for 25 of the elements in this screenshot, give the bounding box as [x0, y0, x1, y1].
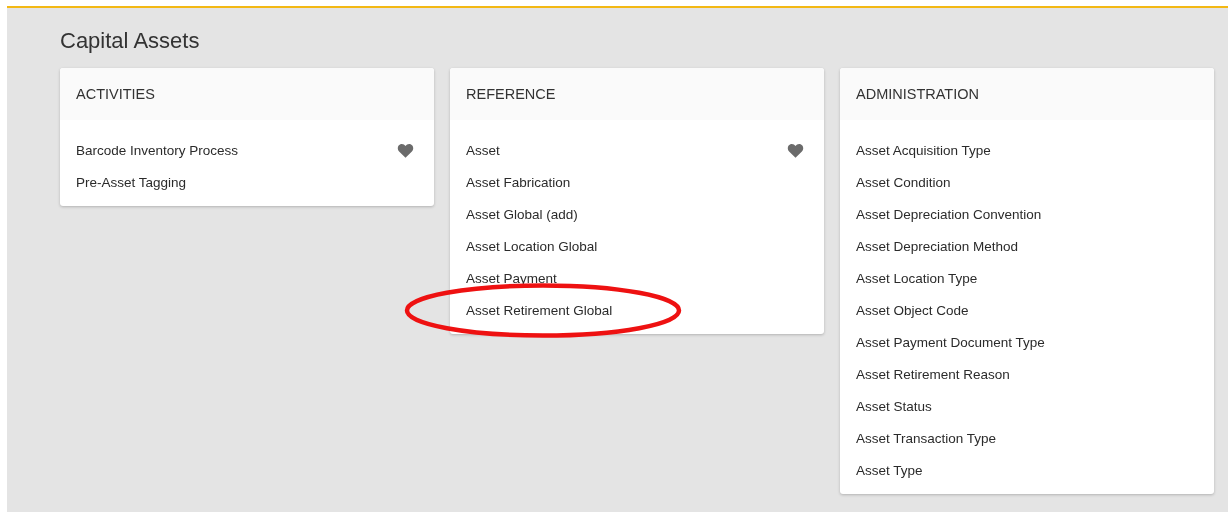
card-title: ACTIVITIES: [76, 86, 155, 102]
menu-link[interactable]: Asset Global (add): [466, 206, 578, 222]
menu-link[interactable]: Asset Location Type: [856, 270, 978, 286]
menu-link[interactable]: Asset Retirement Global: [466, 302, 613, 318]
menu-link[interactable]: Asset Condition: [856, 174, 951, 190]
card-title: REFERENCE: [466, 86, 556, 102]
menu-link[interactable]: Asset Location Global: [466, 238, 598, 254]
menu-link[interactable]: Asset Depreciation Method: [856, 238, 1019, 254]
menu-link[interactable]: Asset Retirement Reason: [856, 366, 1010, 382]
menu-link[interactable]: Asset Acquisition Type: [856, 142, 991, 158]
menu-link[interactable]: Asset Object Code: [856, 302, 969, 318]
page-title: Capital Assets: [60, 28, 200, 54]
heart-icon[interactable]: [787, 142, 804, 158]
menu-link[interactable]: Asset Payment Document Type: [856, 334, 1045, 350]
menu-link[interactable]: Asset Transaction Type: [856, 430, 997, 446]
card-title: ADMINISTRATION: [856, 86, 979, 102]
menu-link[interactable]: Pre-Asset Tagging: [76, 174, 187, 190]
menu-link[interactable]: Asset Fabrication: [466, 174, 571, 190]
menu-link[interactable]: Asset Depreciation Convention: [856, 206, 1042, 222]
menu-link[interactable]: Asset Payment: [466, 270, 557, 286]
heart-icon[interactable]: [397, 142, 414, 158]
menu-link[interactable]: Asset: [466, 142, 500, 158]
menu-link[interactable]: Barcode Inventory Process: [76, 142, 239, 158]
menu-link[interactable]: Asset Status: [856, 398, 932, 414]
menu-link[interactable]: Asset Type: [856, 462, 923, 478]
